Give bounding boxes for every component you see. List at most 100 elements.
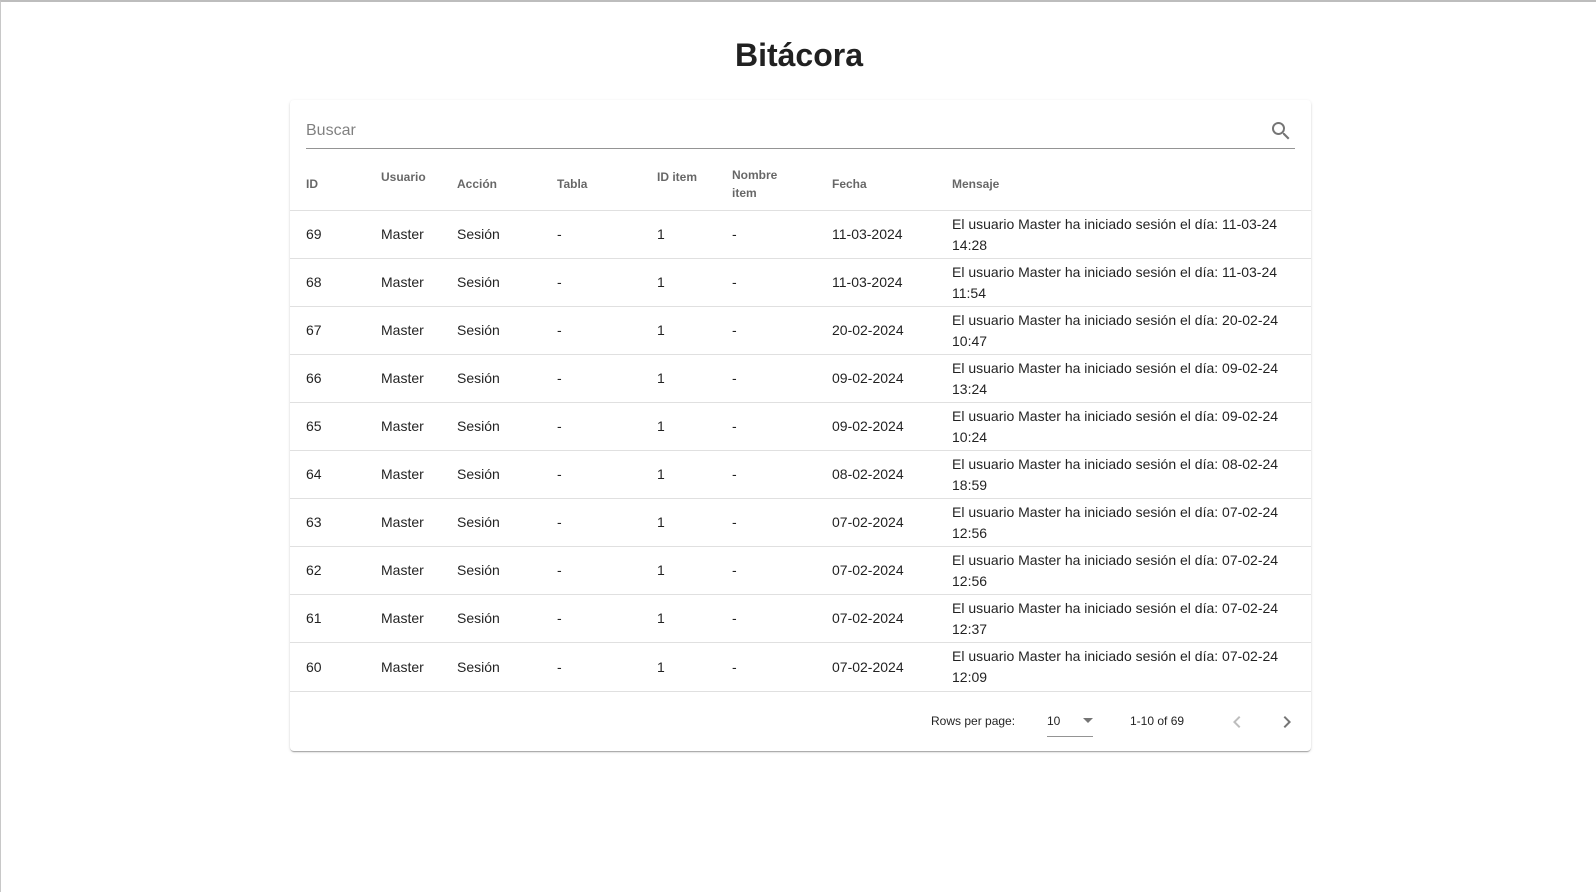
cell-id: 63 [290,498,381,547]
table-row[interactable]: 68 Master Sesión -1-11-03-2024 El usuario Ma… [290,258,1311,307]
cell-fecha: 07-02-2024 [832,498,952,547]
cell-mensaje: El usuario Master ha iniciado sesión el … [952,546,1311,595]
cell-usuario: Master [381,642,457,692]
header-nombre-item-line1: Nombre [732,168,778,182]
cell-accion: Sesión [457,642,557,692]
cell-accion: Sesión [457,594,557,643]
rows-per-page-select[interactable]: 10 [1047,706,1093,737]
cell-mensaje: El usuario Master ha iniciado sesión el … [952,354,1311,403]
header-fecha[interactable]: Fecha [832,158,952,211]
next-page-button[interactable] [1273,708,1301,736]
cell-id-item: 1 [657,210,732,259]
cell-fecha: 11-03-2024 [832,258,952,307]
table-row[interactable]: 60 Master Sesión -1-07-02-2024 El usuario Ma… [290,642,1311,692]
table-row[interactable]: 69 Master Sesión -1-11-03-2024 El usuario Ma… [290,210,1311,259]
cell-nombre-item: - [732,594,832,643]
cell-usuario: Master [381,594,457,643]
search-input[interactable] [306,116,1246,146]
page-title: Bitácora [734,37,864,73]
cell-id: 65 [290,402,381,451]
cell-nombre-item: - [732,210,832,259]
header-nombre-item[interactable]: Nombre item [732,158,832,211]
cell-usuario: Master [381,258,457,307]
cell-usuario: Master [381,498,457,547]
cell-id-item: 1 [657,450,732,499]
cell-fecha: 20-02-2024 [832,306,952,355]
header-accion[interactable]: Acción [457,158,557,211]
table-row[interactable]: 66 Master Sesión -1-09-02-2024 El usuario Ma… [290,354,1311,403]
cell-mensaje: El usuario Master ha iniciado sesión el … [952,642,1311,692]
cell-id: 69 [290,210,381,259]
chevron-left-icon [1233,716,1241,728]
search-icon[interactable] [1269,119,1293,143]
cell-nombre-item: - [732,258,832,307]
table-row[interactable]: 65 Master Sesión -1-09-02-2024 El usuario Ma… [290,402,1311,451]
cell-nombre-item: - [732,642,832,692]
cell-mensaje: El usuario Master ha iniciado sesión el … [952,306,1311,355]
cell-accion: Sesión [457,450,557,499]
cell-mensaje: El usuario Master ha iniciado sesión el … [952,258,1311,307]
table-header-row: ID Usuario Acción Tabla ID item Nombre i… [290,158,1311,211]
log-table-card: ID Usuario Acción Tabla ID item Nombre i… [290,100,1311,751]
table-row[interactable]: 67 Master Sesión -1-20-02-2024 El usuario Ma… [290,306,1311,355]
rows-per-page-label: Rows per page: [931,714,1016,728]
cell-id: 62 [290,546,381,595]
page: Bitácora ID Usuario [0,0,1596,892]
cell-tabla: - [557,210,657,259]
cell-usuario: Master [381,546,457,595]
page-range-label: 1-10 of 69 [1130,714,1185,728]
log-table: ID Usuario Acción Tabla ID item Nombre i… [290,158,1311,692]
cell-accion: Sesión [457,258,557,307]
caret-down-icon [1083,718,1093,723]
table-row[interactable]: 63 Master Sesión -1-07-02-2024 El usuario Ma… [290,498,1311,547]
cell-id-item: 1 [657,498,732,547]
cell-nombre-item: - [732,546,832,595]
cell-fecha: 07-02-2024 [832,594,952,643]
cell-mensaje: El usuario Master ha iniciado sesión el … [952,210,1311,259]
header-id[interactable]: ID [290,158,381,211]
cell-usuario: Master [381,210,457,259]
search-field [306,116,1295,149]
rows-per-page-value: 10 [1047,714,1061,728]
cell-tabla: - [557,498,657,547]
cell-mensaje: El usuario Master ha iniciado sesión el … [952,402,1311,451]
cell-id: 68 [290,258,381,307]
cell-usuario: Master [381,306,457,355]
cell-accion: Sesión [457,354,557,403]
table-row[interactable]: 64 Master Sesión -1-08-02-2024 El usuario Ma… [290,450,1311,499]
table-row[interactable]: 61 Master Sesión -1-07-02-2024 El usuario Ma… [290,594,1311,643]
cell-id: 60 [290,642,381,692]
cell-id: 66 [290,354,381,403]
header-usuario[interactable]: Usuario [381,158,457,211]
cell-id-item: 1 [657,642,732,692]
cell-nombre-item: - [732,450,832,499]
previous-page-button[interactable] [1223,708,1251,736]
cell-mensaje: El usuario Master ha iniciado sesión el … [952,450,1311,499]
cell-id-item: 1 [657,306,732,355]
header-id-item[interactable]: ID item [657,158,732,211]
cell-mensaje: El usuario Master ha iniciado sesión el … [952,594,1311,643]
table-row[interactable]: 62 Master Sesión -1-07-02-2024 El usuario Ma… [290,546,1311,595]
cell-accion: Sesión [457,210,557,259]
cell-accion: Sesión [457,402,557,451]
header-mensaje[interactable]: Mensaje [952,158,1311,211]
table-body: 69 Master Sesión -1-11-03-2024 El usuario Ma… [290,210,1311,692]
cell-tabla: - [557,402,657,451]
cell-fecha: 09-02-2024 [832,402,952,451]
cell-fecha: 07-02-2024 [832,546,952,595]
cell-fecha: 07-02-2024 [832,642,952,692]
cell-id-item: 1 [657,402,732,451]
header-nombre-item-line2: item [732,186,757,200]
header-tabla[interactable]: Tabla [557,158,657,211]
cell-nombre-item: - [732,402,832,451]
pagination: Rows per page: 10 1-10 of 69 [290,694,1311,751]
cell-usuario: Master [381,402,457,451]
cell-tabla: - [557,450,657,499]
cell-tabla: - [557,594,657,643]
cell-id: 64 [290,450,381,499]
cell-accion: Sesión [457,546,557,595]
cell-usuario: Master [381,450,457,499]
cell-id-item: 1 [657,594,732,643]
cell-mensaje: El usuario Master ha iniciado sesión el … [952,498,1311,547]
cell-tabla: - [557,642,657,692]
